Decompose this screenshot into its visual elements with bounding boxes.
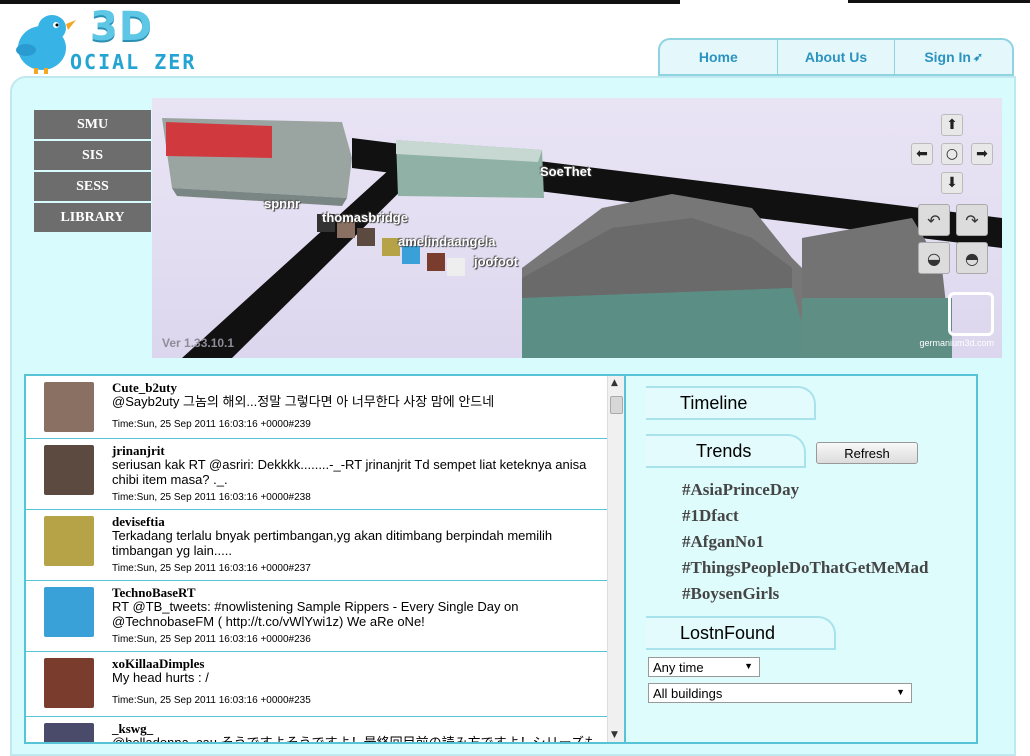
trend-item[interactable]: #1Dfact	[682, 506, 739, 526]
tweet-item: deviseftia Terkadang terlalu bnyak perti…	[26, 510, 610, 581]
logo-3d-text: 3D	[90, 4, 154, 50]
nav-home[interactable]: Home	[660, 40, 778, 74]
bird-small-icon: ➶	[972, 50, 984, 64]
rotate-left-icon[interactable]: ↶	[918, 204, 950, 236]
tweet-time: Time:Sun, 25 Sep 2011 16:03:16 +0000#238	[112, 492, 311, 503]
tilt-up-icon[interactable]: ◒	[918, 242, 950, 274]
tweet-text: @Sayb2uty 그놈의 해외...정말 그렇다면 아 너무한다 사장 맘에 …	[112, 394, 495, 409]
logo[interactable]: 3D OCIAL ZER	[8, 4, 218, 80]
user-label-spnnr[interactable]: spnnr	[264, 196, 300, 211]
trend-item[interactable]: #AfganNo1	[682, 532, 764, 552]
time-filter-value: Any time	[653, 659, 704, 675]
scroll-down-icon[interactable]: ▼	[611, 730, 618, 740]
nav-sign-in[interactable]: Sign In ➶	[895, 40, 1012, 74]
tilt-down-icon[interactable]: ◓	[956, 242, 988, 274]
avatar[interactable]	[44, 516, 94, 566]
sidebar-panel: Timeline Trends Refresh #AsiaPrinceDay #…	[626, 374, 978, 744]
time-filter-select[interactable]: Any time ▼	[648, 657, 760, 677]
tweet-text: RT @TB_tweets: #nowlistening Sample Ripp…	[112, 599, 519, 629]
scroll-thumb[interactable]	[610, 396, 623, 414]
tab-trends[interactable]: Trends	[646, 434, 806, 468]
tweet-list[interactable]: Cute_b2uty @Sayb2uty 그놈의 해외...정말 그렇다면 아 …	[24, 374, 626, 744]
tweet-item: TechnoBaseRT RT @TB_tweets: #nowlistenin…	[26, 581, 610, 652]
top-nav: Home About Us Sign In ➶	[658, 38, 1014, 76]
tweet-time: Time:Sun, 25 Sep 2011 16:03:16 +0000#236	[112, 634, 311, 645]
building-sis-button[interactable]: SIS	[34, 141, 151, 170]
germanium-logo-icon	[948, 292, 994, 336]
building-library-button[interactable]: LIBRARY	[34, 203, 151, 232]
trend-item[interactable]: #ThingsPeopleDoThatGetMeMad	[682, 558, 929, 578]
refresh-button[interactable]: Refresh	[816, 442, 918, 464]
pan-right-arrow-icon[interactable]: ➡	[971, 143, 993, 165]
tweet-time: Time:Sun, 25 Sep 2011 16:03:16 +0000#239	[112, 419, 311, 430]
chevron-down-icon: ▼	[896, 687, 905, 697]
nav-sign-in-label: Sign In	[924, 49, 971, 65]
tweet-item: _kswg_ @helladonna_cau そうですよそうですよ！最終回目前の…	[26, 717, 610, 744]
avatar[interactable]	[44, 382, 94, 432]
germanium-watermark: germanium3d.com	[919, 338, 994, 348]
pan-up-arrow-icon[interactable]: ⬆	[941, 114, 963, 136]
tweet-time: Time:Sun, 25 Sep 2011 16:03:16 +0000#235	[112, 695, 311, 706]
avatar[interactable]	[44, 658, 94, 708]
tweet-item: jrinanjrit seriusan kak RT @asriri: Dekk…	[26, 439, 610, 510]
avatar[interactable]	[44, 587, 94, 637]
avatar[interactable]	[44, 723, 94, 742]
tab-timeline[interactable]: Timeline	[646, 386, 816, 420]
user-label-joofoot[interactable]: joofoot	[474, 254, 518, 269]
rotate-right-icon[interactable]: ↷	[956, 204, 988, 236]
building-filter-value: All buildings	[653, 685, 723, 701]
pan-left-arrow-icon[interactable]: ⬅	[911, 143, 933, 165]
tweet-item: Cute_b2uty @Sayb2uty 그놈의 해외...정말 그렇다면 아 …	[26, 376, 610, 439]
tweet-text: seriusan kak RT @asriri: Dekkkk........-…	[112, 457, 587, 487]
building-menu: SMU SIS SESS LIBRARY	[34, 110, 151, 234]
trend-item[interactable]: #BoysenGirls	[682, 584, 779, 604]
tweet-text: My head hurts : /	[112, 670, 209, 685]
tweet-item: xoKillaaDimples My head hurts : / Time:S…	[26, 652, 610, 717]
logo-socializer-text: OCIAL ZER	[70, 50, 197, 74]
pan-down-arrow-icon[interactable]: ⬇	[941, 172, 963, 194]
trend-item[interactable]: #AsiaPrinceDay	[682, 480, 799, 500]
chevron-down-icon: ▼	[744, 661, 753, 671]
tweet-text: Terkadang terlalu bnyak pertimbangan,yg …	[112, 528, 553, 558]
pan-center-icon[interactable]: ○	[941, 143, 963, 165]
campus-3d-scene	[162, 118, 1002, 358]
avatar[interactable]	[44, 445, 94, 495]
tweet-time: Time:Sun, 25 Sep 2011 16:03:16 +0000#237	[112, 563, 311, 574]
bird-logo-icon	[16, 15, 76, 74]
tweet-text: @helladonna_cau そうですよそうですよ！最終回目前の読み方ですよ！…	[112, 735, 592, 744]
building-sess-button[interactable]: SESS	[34, 172, 151, 201]
user-label-amelindaangela[interactable]: amelindaangela	[398, 234, 496, 249]
scroll-up-icon[interactable]: ▲	[611, 378, 618, 388]
version-label: Ver 1.33.10.1	[162, 336, 235, 350]
tab-lostnfound[interactable]: LostnFound	[646, 616, 836, 650]
user-label-thomasbridge[interactable]: thomasbridge	[322, 210, 408, 225]
building-filter-select[interactable]: All buildings ▼	[648, 683, 912, 703]
top-border-right	[848, 0, 1030, 3]
nav-about-us[interactable]: About Us	[778, 40, 896, 74]
user-label-soethet[interactable]: SoeThet	[540, 164, 591, 179]
campus-3d-view[interactable]: SoeThet spnnr thomasbridge amelindaangel…	[152, 98, 1002, 358]
tweet-scrollbar[interactable]: ▲ ▼	[607, 376, 624, 742]
building-smu-button[interactable]: SMU	[34, 110, 151, 139]
